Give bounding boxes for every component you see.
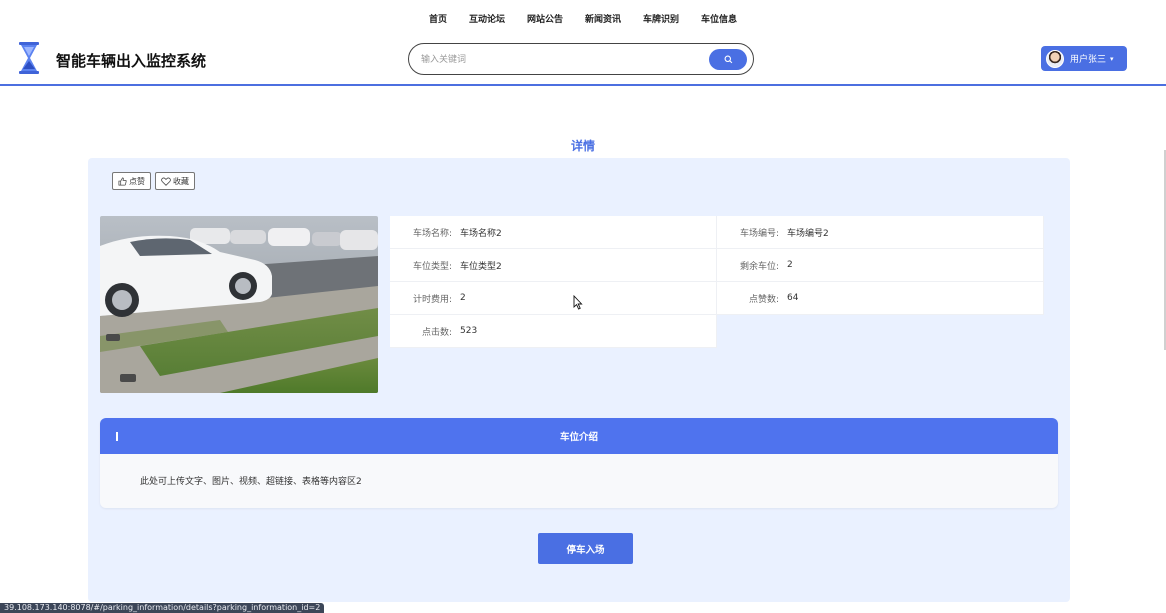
search-icon [724, 55, 732, 64]
intro-content: 此处可上传文字、图片、视频、超链接、表格等内容区2 [140, 477, 362, 487]
info-value: 523 [460, 326, 478, 336]
info-cell-space-type: 车位类型: 车位类型2 [390, 249, 717, 282]
info-label: 车场编号: [739, 228, 779, 239]
info-label: 车场名称: [412, 228, 452, 239]
heart-icon [161, 177, 171, 186]
like-button[interactable]: 点赞 [112, 172, 151, 190]
info-cell-click-count: 点击数: 523 [390, 315, 717, 348]
nav-news[interactable]: 新闻资讯 [585, 12, 621, 25]
info-table: 车场名称: 车场名称2 车场编号: 车场编号2 车位类型: 车位类型2 剩余车位… [390, 216, 1045, 348]
info-value: 2 [460, 293, 466, 303]
info-label: 计时费用: [412, 294, 452, 305]
search-button[interactable] [709, 49, 747, 70]
status-url: 39.108.173.140:8078/#/parking_informatio… [0, 603, 325, 613]
intro-header: 车位介绍 [100, 418, 1058, 454]
page-title: 详情 [570, 139, 595, 153]
favorite-button[interactable]: 收藏 [155, 172, 195, 190]
info-value: 64 [787, 293, 799, 303]
user-name: 用户张三 [1070, 55, 1107, 65]
info-value: 车场编号2 [787, 228, 829, 239]
info-value: 2 [787, 260, 793, 270]
intro-accent-bar [116, 432, 118, 441]
park-entry-button[interactable]: 停车入场 [538, 533, 633, 564]
chevron-down-icon: ▾ [1110, 54, 1114, 63]
like-label: 点赞 [129, 176, 145, 186]
info-value: 车场名称2 [460, 228, 502, 239]
thumbs-up-icon [118, 177, 127, 185]
site-title: 智能车辆出入监控系统 [56, 52, 207, 70]
info-cell-remaining-spaces: 剩余车位: 2 [717, 249, 1044, 282]
hourglass-logo-icon [19, 42, 39, 74]
nav-forum[interactable]: 互动论坛 [469, 12, 505, 25]
info-cell-empty [717, 315, 1044, 348]
top-navigation: 首页 互动论坛 网站公告 新闻资讯 车牌识别 车位信息 [0, 0, 1166, 36]
info-cell-lot-number: 车场编号: 车场编号2 [717, 216, 1044, 249]
info-row: 点击数: 523 [390, 315, 1045, 348]
nav-parking-info[interactable]: 车位信息 [701, 12, 737, 25]
parking-lot-photo [100, 216, 378, 393]
header: 智能车辆出入监控系统 用户张三 ▾ [0, 36, 1166, 86]
info-label: 车位类型: [412, 261, 452, 272]
info-row: 车位类型: 车位类型2 剩余车位: 2 [390, 249, 1045, 282]
info-row: 车场名称: 车场名称2 车场编号: 车场编号2 [390, 216, 1045, 249]
action-row: 点赞 收藏 [112, 172, 195, 190]
avatar [1046, 49, 1064, 68]
info-label: 剩余车位: [739, 261, 779, 272]
favorite-label: 收藏 [173, 176, 189, 186]
info-row: 计时费用: 2 点赞数: 64 [390, 282, 1045, 315]
search-input[interactable] [421, 52, 701, 68]
info-label: 点赞数: [748, 294, 779, 305]
info-cell-hourly-fee: 计时费用: 2 [390, 282, 717, 315]
nav-plate-recognition[interactable]: 车牌识别 [643, 12, 679, 25]
detail-panel: 点赞 收藏 车场名称: 车场名称2 车场编号: 车场编号2 车位类型: 车位类型… [88, 158, 1070, 602]
search-box [408, 43, 754, 75]
user-menu-button[interactable]: 用户张三 ▾ [1041, 46, 1127, 71]
info-value: 车位类型2 [460, 261, 502, 272]
mouse-cursor-icon [573, 295, 583, 310]
info-label: 点击数: [421, 327, 452, 338]
intro-title: 车位介绍 [559, 432, 598, 443]
nav-home[interactable]: 首页 [429, 12, 447, 25]
intro-section: 车位介绍 此处可上传文字、图片、视频、超链接、表格等内容区2 [100, 418, 1058, 508]
info-cell-like-count: 点赞数: 64 [717, 282, 1044, 315]
info-cell-lot-name: 车场名称: 车场名称2 [390, 216, 717, 249]
nav-announcements[interactable]: 网站公告 [527, 12, 563, 25]
